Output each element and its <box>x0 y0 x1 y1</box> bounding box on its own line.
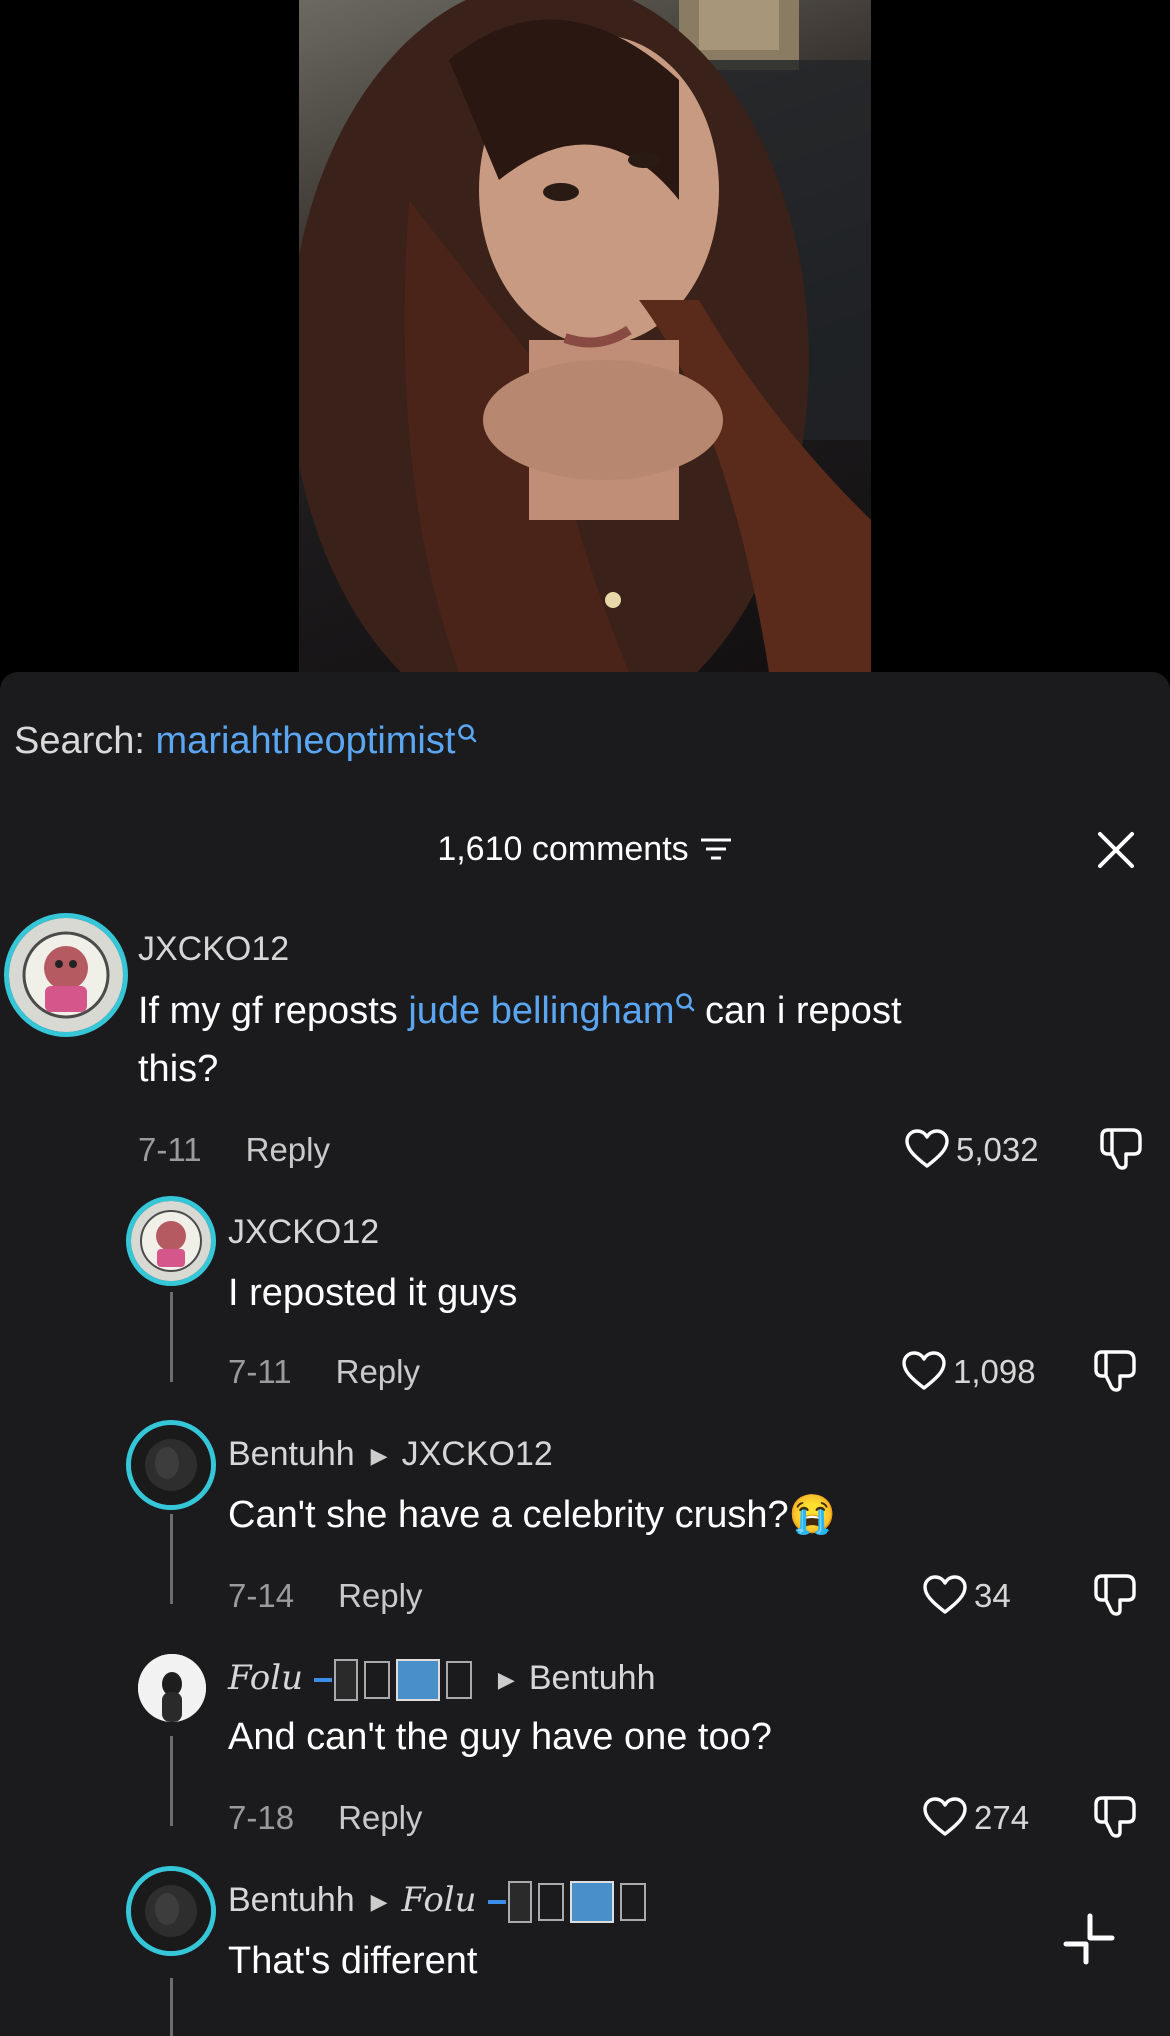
comment-meta: 7-18 Reply <box>228 1796 422 1840</box>
comments-header: 1,610 comments <box>0 826 1170 872</box>
comments-count: 1,610 comments <box>437 830 689 868</box>
like-button[interactable]: 5,032 <box>904 1128 1039 1172</box>
comment-username[interactable]: JXCKO12 <box>228 1210 379 1254</box>
dislike-icon[interactable] <box>1092 1794 1138 1840</box>
reply-arrow-icon: ▶ <box>370 1443 388 1469</box>
reply-to-username[interactable]: JXCKO12 <box>402 1435 553 1473</box>
username-text: Bentuhh <box>228 1881 355 1919</box>
thread-line <box>170 1736 173 1826</box>
avatar-image <box>138 1654 206 1722</box>
reply-to-username[interactable]: Folu <box>402 1880 477 1920</box>
comment-text-part: can i repost <box>694 990 902 1032</box>
avatar-image <box>9 918 123 1032</box>
filter-icon[interactable] <box>699 836 733 862</box>
username-text: Folu <box>228 1658 303 1698</box>
username-emoji <box>303 1659 482 1702</box>
comment-text: That's different <box>228 1940 478 1982</box>
comment-date: 7-18 <box>228 1799 295 1836</box>
reply-arrow-icon: ▶ <box>497 1667 515 1693</box>
comment-text-part: If my gf reposts <box>138 990 409 1032</box>
username-emoji <box>477 1881 647 1924</box>
video-thumbnail-image <box>299 0 871 672</box>
comment-date: 7-14 <box>228 1577 295 1614</box>
like-button[interactable]: 1,098 <box>901 1350 1036 1394</box>
thread-line <box>170 1292 173 1382</box>
thread-line <box>170 1978 173 2036</box>
search-link[interactable]: jude bellingham <box>408 990 674 1032</box>
like-count: 1,098 <box>953 1353 1036 1390</box>
comment-text: Can't she have a celebrity crush?😭 <box>228 1494 836 1536</box>
comment-date: 7-11 <box>138 1131 202 1168</box>
username-text: Bentuhh <box>228 1435 355 1473</box>
comment-text-line2: this? <box>138 1048 219 1090</box>
thread-line <box>170 1514 173 1604</box>
dislike-icon[interactable] <box>1092 1348 1138 1394</box>
avatar[interactable] <box>126 1866 216 1956</box>
dislike-icon[interactable] <box>1092 1572 1138 1618</box>
avatar[interactable] <box>4 913 128 1037</box>
like-count: 274 <box>974 1799 1030 1836</box>
search-icon <box>675 993 694 1012</box>
comment-text: I reposted it guys <box>228 1272 518 1314</box>
comment-text: If my gf reposts jude bellingham can i r… <box>138 982 902 1040</box>
comment-username[interactable]: JXCKO12 <box>138 927 289 971</box>
reply-button[interactable]: Reply <box>246 1131 330 1168</box>
like-count: 34 <box>974 1577 1011 1614</box>
heart-icon <box>905 1129 949 1168</box>
like-count: 5,032 <box>956 1131 1039 1168</box>
avatar[interactable] <box>138 1654 206 1722</box>
reply-arrow-icon: ▶ <box>370 1889 388 1915</box>
heart-icon <box>923 1575 967 1614</box>
comment-meta: 7-14 Reply <box>228 1574 422 1618</box>
like-button[interactable]: 34 <box>922 1574 1011 1618</box>
comment-username[interactable]: Folu ▶ Bentuhh <box>228 1656 655 1702</box>
video-frame <box>299 0 871 672</box>
comment-date: 7-11 <box>228 1353 292 1390</box>
search-term-link[interactable]: mariahtheoptimist <box>156 720 456 762</box>
comment-meta: 7-11 Reply <box>228 1350 420 1394</box>
avatar-image <box>131 1201 211 1281</box>
avatar-image <box>131 1425 211 1505</box>
video-player[interactable] <box>0 0 1170 672</box>
comment-text: And can't the guy have one too? <box>228 1716 772 1758</box>
close-icon[interactable] <box>1094 828 1138 872</box>
reply-button[interactable]: Reply <box>338 1577 422 1614</box>
heart-icon <box>923 1797 967 1836</box>
dislike-icon[interactable] <box>1098 1126 1144 1172</box>
comment-username[interactable]: Bentuhh ▶ Folu <box>228 1878 647 1924</box>
search-label: Search: <box>14 720 145 762</box>
reply-button[interactable]: Reply <box>338 1799 422 1836</box>
search-suggestion[interactable]: Search: mariahtheoptimist <box>14 715 477 767</box>
like-button[interactable]: 274 <box>922 1796 1029 1840</box>
search-icon <box>458 724 477 743</box>
avatar-image <box>131 1871 211 1951</box>
reply-to-username[interactable]: Bentuhh <box>529 1659 656 1697</box>
collapse-icon[interactable] <box>1060 1910 1118 1968</box>
comment-meta: 7-11 Reply <box>138 1128 330 1172</box>
heart-icon <box>902 1351 946 1390</box>
reply-button[interactable]: Reply <box>336 1353 420 1390</box>
avatar[interactable] <box>126 1420 216 1510</box>
comment-username[interactable]: Bentuhh ▶ JXCKO12 <box>228 1432 553 1478</box>
avatar[interactable] <box>126 1196 216 1286</box>
